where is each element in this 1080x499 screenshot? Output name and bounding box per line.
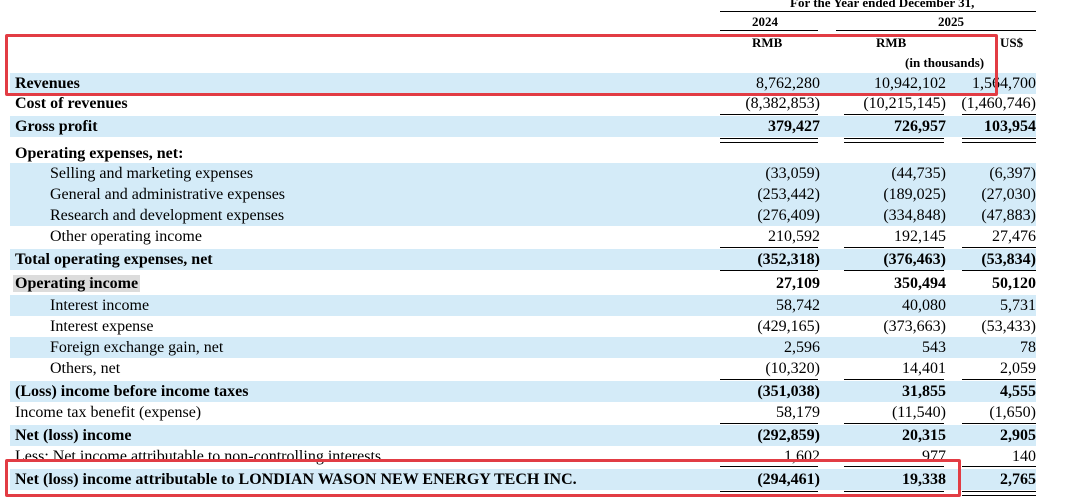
row-label: Selling and marketing expenses xyxy=(50,165,254,182)
table-row-income-tax: Income tax benefit (expense) 58,179 (11,… xyxy=(10,402,1036,423)
value-usd: (6,397) xyxy=(989,165,1036,182)
table-row-selling-marketing: Selling and marketing expenses (33,059) … xyxy=(10,163,1036,184)
value-usd: (1,460,746) xyxy=(961,95,1036,112)
row-label: Other operating income xyxy=(50,228,202,245)
period-header: For the Year ended December 31, xyxy=(790,0,975,10)
rule xyxy=(844,114,944,115)
table-row-research-development: Research and development expenses (276,4… xyxy=(10,205,1036,226)
value-2024: 210,592 xyxy=(768,228,820,245)
rule xyxy=(844,423,944,424)
table-row-total-operating-expenses: Total operating expenses, net (352,318) … xyxy=(10,249,1036,270)
table-row-others-net: Others, net (10,320) 14,401 2,059 xyxy=(10,358,1036,379)
value-2024: (276,409) xyxy=(757,207,820,224)
value-2024: (351,038) xyxy=(757,383,820,400)
value-usd: 103,954 xyxy=(984,118,1036,135)
table-row-general-admin: General and administrative expenses (253… xyxy=(10,184,1036,205)
rule xyxy=(720,114,818,115)
value-2024: (10,320) xyxy=(765,360,820,377)
value-usd: 2,059 xyxy=(1000,360,1036,377)
rule xyxy=(962,270,1036,271)
table-row-fx-gain: Foreign exchange gain, net 2,596 543 78 xyxy=(10,337,1036,358)
value-2024: 379,427 xyxy=(768,118,820,135)
rule xyxy=(844,247,944,248)
row-label: (Loss) income before income taxes xyxy=(15,383,249,400)
value-usd: (1,650) xyxy=(989,404,1036,421)
row-label: Operating expenses, net: xyxy=(15,145,184,162)
value-2024: 58,742 xyxy=(776,297,820,314)
rule xyxy=(962,114,1036,115)
row-label: Total operating expenses, net xyxy=(15,251,213,268)
value-usd: 27,476 xyxy=(992,228,1036,245)
rule xyxy=(844,270,944,271)
table-row-net-income: Net (loss) income (292,859) 20,315 2,905 xyxy=(10,425,1036,446)
value-2024: (33,059) xyxy=(765,165,820,182)
value-2024: 2,596 xyxy=(784,339,820,356)
table-row-interest-income: Interest income 58,742 40,080 5,731 xyxy=(10,295,1036,316)
row-label: Net (loss) income xyxy=(15,427,132,444)
rule xyxy=(720,270,818,271)
table-row-operating-expenses-heading: Operating expenses, net: xyxy=(10,143,1036,164)
value-usd: (27,030) xyxy=(981,186,1036,203)
value-2024: (429,165) xyxy=(757,318,820,335)
rule xyxy=(720,247,818,248)
year-2025-header: 2025 xyxy=(938,14,964,29)
rule xyxy=(720,379,818,380)
row-label: Research and development expenses xyxy=(50,207,285,224)
table-row-income-before-taxes: (Loss) income before income taxes (351,0… xyxy=(10,381,1036,402)
value-2024: (253,442) xyxy=(757,186,820,203)
rule xyxy=(720,423,818,424)
rule xyxy=(962,423,1036,424)
table-row-gross-profit: Gross profit 379,427 726,957 103,954 xyxy=(10,116,1036,137)
value-2024: 27,109 xyxy=(776,275,820,292)
value-usd: 4,555 xyxy=(1000,383,1036,400)
row-label: Interest expense xyxy=(50,318,154,335)
row-label: Cost of revenues xyxy=(15,95,128,112)
value-2024: (352,318) xyxy=(757,251,820,268)
value-usd: (47,883) xyxy=(981,207,1036,224)
rule xyxy=(844,379,944,380)
row-label: Foreign exchange gain, net xyxy=(50,339,224,356)
value-2024: (292,859) xyxy=(757,427,820,444)
table-row-cost-of-revenues: Cost of revenues (8,382,853) (10,215,145… xyxy=(10,93,1036,114)
double-rule xyxy=(962,491,1036,496)
value-usd: (53,433) xyxy=(981,318,1036,335)
highlight-box-revenues xyxy=(5,34,998,96)
value-2024: 58,179 xyxy=(776,404,820,421)
row-label: Income tax benefit (expense) xyxy=(15,404,202,421)
highlight-box-net-income-attributable xyxy=(5,459,961,497)
year-2024-header: 2024 xyxy=(752,14,778,29)
rule xyxy=(962,379,1036,380)
rule xyxy=(962,247,1036,248)
value-usd: 2,905 xyxy=(1000,427,1036,444)
operating-income-label: Operating income xyxy=(13,275,141,292)
value-usd: 78 xyxy=(1020,339,1036,356)
table-row-operating-income: Operating income 27,109 350,494 50,120 xyxy=(10,273,1036,294)
row-label: Gross profit xyxy=(15,118,98,135)
currency-usd-header: US$ xyxy=(1000,35,1024,50)
period-underline xyxy=(720,11,1036,12)
value-usd: 5,731 xyxy=(1000,297,1036,314)
rule xyxy=(962,466,1036,467)
table-row-interest-expense: Interest expense (429,165) (373,663) (53… xyxy=(10,316,1036,337)
row-label: Others, net xyxy=(50,360,121,377)
value-usd: 50,120 xyxy=(992,275,1036,292)
row-label: Operating income xyxy=(13,273,141,294)
value-usd: (53,834) xyxy=(981,251,1036,268)
table-row-other-operating-income: Other operating income 210,592 192,145 2… xyxy=(10,226,1036,247)
year-2025-underline xyxy=(836,30,1036,31)
year-2024-underline xyxy=(720,30,818,31)
value-2024: (8,382,853) xyxy=(745,95,820,112)
row-label: General and administrative expenses xyxy=(50,186,286,203)
row-label: Interest income xyxy=(50,297,150,314)
